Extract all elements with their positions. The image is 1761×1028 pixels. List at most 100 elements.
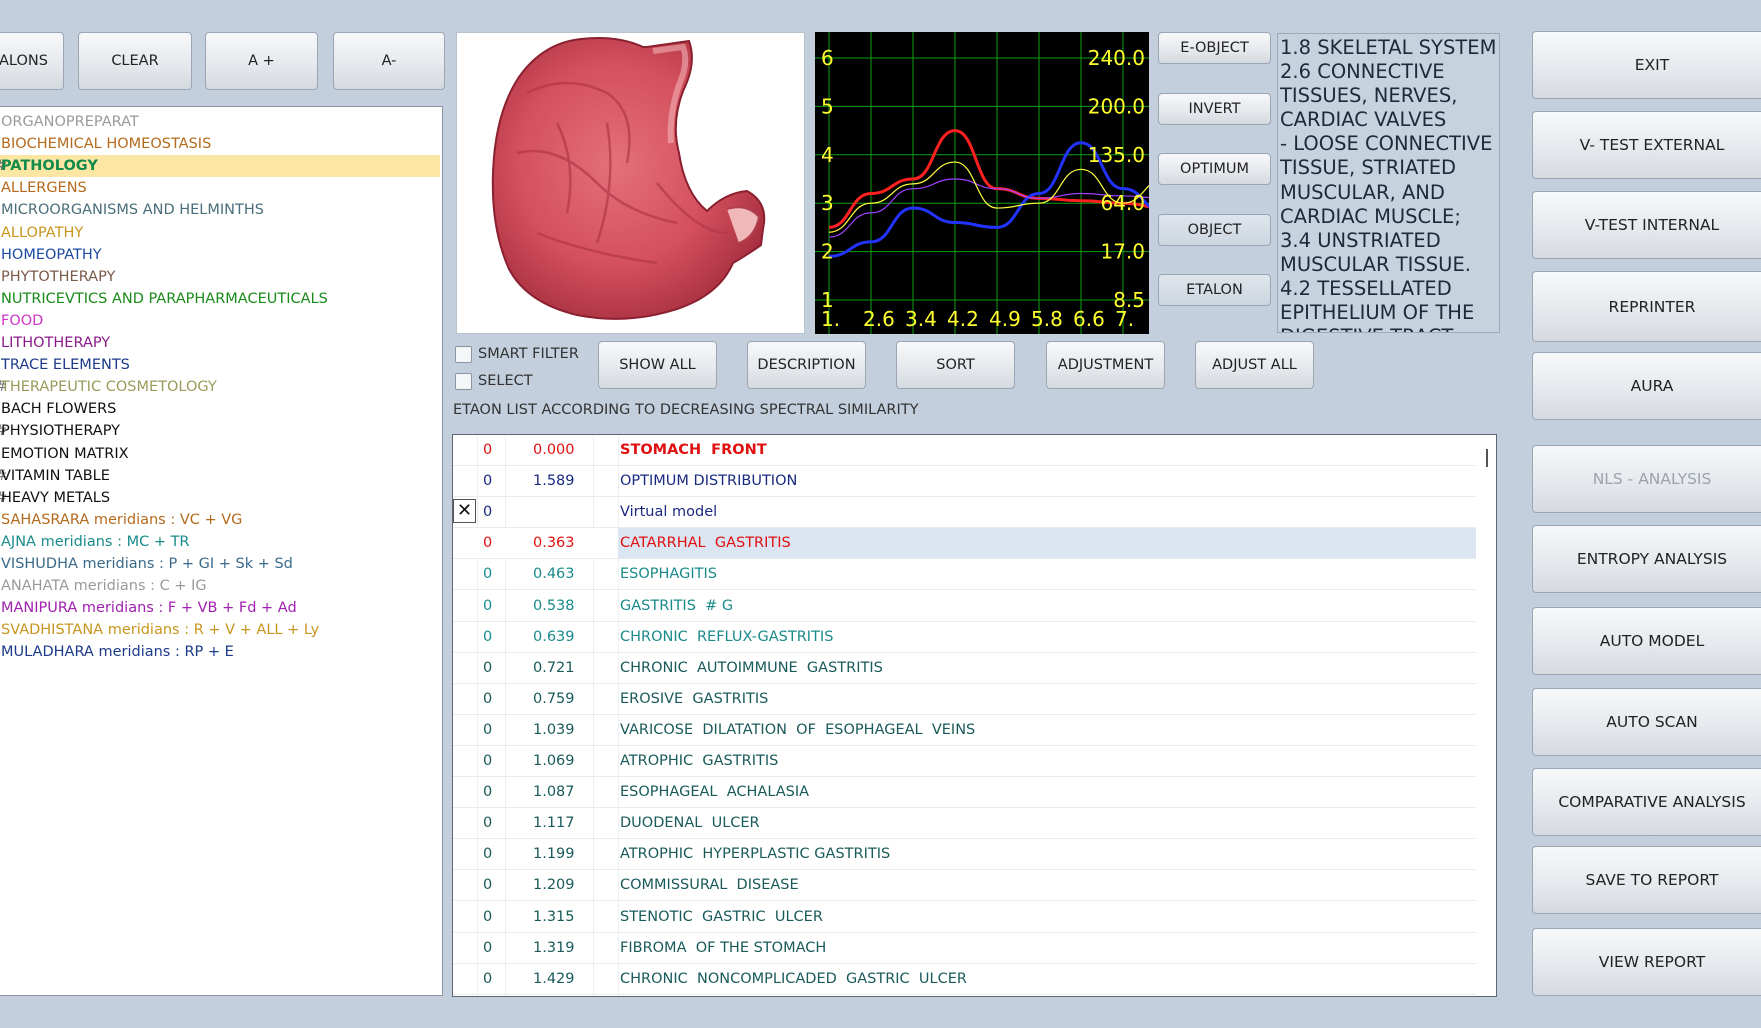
table-row[interactable]: 0 0.639 CHRONIC REFLUX-GASTRITIS bbox=[453, 622, 1476, 653]
row-similarity: 0.000 bbox=[533, 442, 575, 458]
a-minus-button[interactable]: A- bbox=[333, 32, 445, 90]
tree-item[interactable]: ORGANOPREPARAT bbox=[0, 111, 440, 133]
optimum-button[interactable]: OPTIMUM bbox=[1158, 153, 1271, 185]
tree-item[interactable]: BACH FLOWERS bbox=[0, 398, 440, 420]
row-count: 0 bbox=[483, 504, 493, 521]
tree-item[interactable]: #PATHOLOGY bbox=[0, 155, 440, 178]
adjustment-button[interactable]: ADJUSTMENT bbox=[1046, 341, 1165, 389]
table-row[interactable]: 0 1.069 ATROPHIC GASTRITIS bbox=[453, 746, 1476, 777]
exit-button[interactable]: EXIT bbox=[1532, 31, 1761, 99]
clear-button[interactable]: CLEAR bbox=[78, 32, 192, 90]
row-name: FIBROMA OF THE STOMACH bbox=[620, 939, 827, 956]
table-row[interactable]: 0 0.759 EROSIVE GASTRITIS bbox=[453, 684, 1476, 715]
table-row[interactable]: 0 0.538 GASTRITIS # G bbox=[453, 591, 1476, 622]
tree-item[interactable]: AJNA meridians : MC + TR bbox=[0, 531, 440, 553]
row-count: 0 bbox=[483, 659, 493, 676]
tree-item-label: PATHOLOGY bbox=[1, 158, 98, 175]
tree-item[interactable]: LITHOTHERAPY bbox=[0, 332, 440, 354]
tree-item-label: PHYTOTHERAPY bbox=[1, 268, 116, 285]
table-row[interactable]: 0 1.087 ESOPHAGEAL ACHALASIA bbox=[453, 777, 1476, 809]
tree-item[interactable]: #VITAMIN TABLE bbox=[0, 465, 440, 487]
table-row[interactable]: 0 1.429 CHRONIC NONCOMPLICADED GASTRIC ULC… bbox=[453, 964, 1476, 995]
tree-item[interactable]: #THERAPEUTIC COSMETOLOGY bbox=[0, 376, 440, 398]
close-icon[interactable]: ✕ bbox=[453, 499, 476, 523]
tree-item-label: NUTRICEVTICS AND PARAPHARMACEUTICALS bbox=[1, 290, 328, 307]
auto-model-button[interactable]: AUTO MODEL bbox=[1532, 607, 1761, 675]
table-row[interactable]: 0 0.000 STOMACH FRONT bbox=[453, 435, 1476, 466]
save-to-report-button[interactable]: SAVE TO REPORT bbox=[1532, 846, 1761, 914]
reprinter-button[interactable]: REPRINTER bbox=[1532, 271, 1761, 342]
results-list[interactable]: 0 0.000 STOMACH FRONT 0 1.589 OPTIMUM DISTRIB… bbox=[452, 434, 1497, 997]
table-row[interactable]: 0 0.463 ESOPHAGITIS bbox=[453, 559, 1476, 591]
tree-item[interactable]: MANIPURA meridians : F + VB + Fd + Ad bbox=[0, 597, 440, 619]
auto-scan-button[interactable]: AUTO SCAN bbox=[1532, 688, 1761, 756]
tree-item[interactable]: SAHASRARA meridians : VC + VG bbox=[0, 509, 440, 531]
object-button[interactable]: OBJECT bbox=[1158, 214, 1271, 246]
table-row[interactable]: 0 1.319 FIBROMA OF THE STOMACH bbox=[453, 933, 1476, 964]
view-report-button[interactable]: VIEW REPORT bbox=[1532, 928, 1761, 996]
nls-analysis-button[interactable]: NLS - ANALYSIS bbox=[1532, 445, 1761, 513]
tree-item[interactable]: ANAHATA meridians : C + IG bbox=[0, 575, 440, 597]
table-row[interactable]: 0 1.039 VARICOSE DILATATION OF ESOPHAGEAL … bbox=[453, 715, 1476, 746]
tree-item-label: MANIPURA meridians : F + VB + Fd + Ad bbox=[1, 600, 297, 617]
table-row[interactable]: 0 0.363 CATARRHAL GASTRITIS bbox=[453, 528, 1476, 560]
row-count: 0 bbox=[483, 784, 493, 801]
tree-item[interactable]: HOMEOPATHY bbox=[0, 244, 440, 266]
aura-button[interactable]: AURA bbox=[1532, 352, 1761, 420]
smart-filter-checkbox[interactable] bbox=[455, 346, 472, 363]
e-object-button[interactable]: E-OBJECT bbox=[1158, 32, 1271, 64]
tree-item[interactable]: EMOTION MATRIX bbox=[0, 443, 440, 465]
tree-item[interactable]: VISHUDHA meridians : P + GI + Sk + Sd bbox=[0, 553, 440, 575]
row-similarity: 1.589 bbox=[533, 473, 575, 490]
tree-item[interactable]: #PHYSIOTHERAPY bbox=[0, 420, 440, 442]
tree-item-label: ALLERGENS bbox=[1, 180, 87, 197]
v-test-external-button[interactable]: V- TEST EXTERNAL bbox=[1532, 111, 1761, 179]
adjust-all-button[interactable]: ADJUST ALL bbox=[1195, 341, 1314, 389]
table-row[interactable]: 0 1.315 STENOTIC GASTRIC ULCER bbox=[453, 902, 1476, 933]
comparative-analysis-button[interactable]: COMPARATIVE ANALYSIS bbox=[1532, 768, 1761, 836]
invert-button[interactable]: INVERT bbox=[1158, 93, 1271, 125]
description-button[interactable]: DESCRIPTION bbox=[747, 341, 866, 389]
tree-item[interactable]: #HEAVY METALS bbox=[0, 487, 440, 509]
sort-button[interactable]: SORT bbox=[896, 341, 1015, 389]
row-name: CHRONIC AUTOIMMUNE GASTRITIS bbox=[620, 659, 883, 676]
table-row[interactable]: 0 1.589 OPTIMUM DISTRIBUTION bbox=[453, 466, 1476, 498]
scrollbar-thumb[interactable] bbox=[1486, 449, 1488, 467]
table-row[interactable]: 0 1.199 ATROPHIC HYPERPLASTIC GASTRITIS bbox=[453, 839, 1476, 871]
tree-item[interactable]: MICROORGANISMS AND HELMINTHS bbox=[0, 199, 440, 221]
tree-item[interactable]: SVADHISTANA meridians : R + V + ALL + Ly bbox=[0, 619, 440, 641]
y-tick-label-right: 64.0 bbox=[1100, 191, 1145, 215]
tree-item[interactable]: BIOCHEMICAL HOMEOSTASIS bbox=[0, 133, 440, 155]
tree-item[interactable]: PHYTOTHERAPY bbox=[0, 266, 440, 288]
tree-item[interactable]: FOOD bbox=[0, 310, 440, 332]
row-similarity: 1.315 bbox=[533, 908, 575, 925]
row-similarity: 0.363 bbox=[533, 535, 575, 552]
row-count: 0 bbox=[483, 815, 493, 832]
tree-item-label: AJNA meridians : MC + TR bbox=[1, 533, 190, 550]
select-checkbox[interactable] bbox=[455, 373, 472, 390]
table-row[interactable]: 0 1.209 COMMISSURAL DISEASE bbox=[453, 870, 1476, 902]
tree-item[interactable]: ALLOPATHY bbox=[0, 222, 440, 244]
tree-item-label: MULADHARA meridians : RP + E bbox=[1, 644, 234, 661]
row-name: CHRONIC NONCOMPLICADED GASTRIC ULCER bbox=[620, 970, 967, 987]
table-row[interactable]: 0 0.721 CHRONIC AUTOIMMUNE GASTRITIS bbox=[453, 653, 1476, 684]
etalons-button[interactable]: ALONS bbox=[0, 32, 64, 90]
table-row[interactable]: 0 Virtual model bbox=[453, 497, 1476, 529]
tree-item-label: THERAPEUTIC COSMETOLOGY bbox=[1, 379, 217, 396]
v-test-internal-button[interactable]: V-TEST INTERNAL bbox=[1532, 191, 1761, 259]
entropy-analysis-button[interactable]: ENTROPY ANALYSIS bbox=[1532, 525, 1761, 593]
show-all-button[interactable]: SHOW ALL bbox=[598, 341, 717, 389]
tree-item[interactable]: TRACE ELEMENTS bbox=[0, 354, 440, 376]
database-tree[interactable]: ORGANOPREPARAT BIOCHEMICAL HOMEOSTASIS #PA… bbox=[0, 106, 443, 996]
tree-item[interactable]: MULADHARA meridians : RP + E bbox=[0, 641, 440, 663]
row-name: VARICOSE DILATATION OF ESOPHAGEAL VEINS bbox=[620, 721, 976, 738]
y-tick-label-right: 240.0 bbox=[1088, 46, 1145, 70]
row-similarity: 1.039 bbox=[533, 721, 575, 738]
table-row[interactable]: 0 1.117 DUODENAL ULCER bbox=[453, 808, 1476, 840]
etalon-button[interactable]: ETALON bbox=[1158, 274, 1271, 306]
tree-item-label: ORGANOPREPARAT bbox=[1, 114, 139, 130]
tree-item[interactable]: NUTRICEVTICS AND PARAPHARMACEUTICALS bbox=[0, 288, 440, 310]
tree-item[interactable]: ALLERGENS bbox=[0, 177, 440, 199]
a-plus-button[interactable]: A + bbox=[205, 32, 318, 90]
row-similarity: 1.199 bbox=[533, 846, 575, 863]
